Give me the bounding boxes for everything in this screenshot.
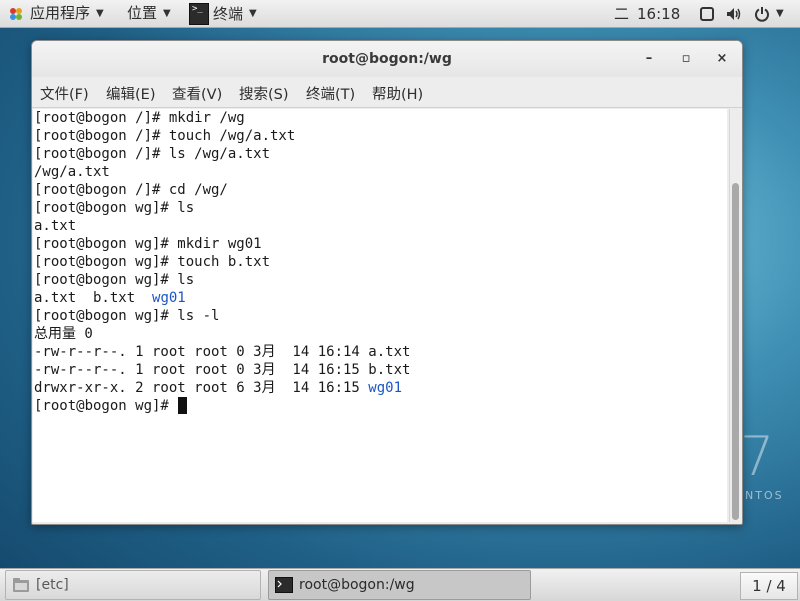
terminal-line: [root@bogon wg]# ls -l	[34, 308, 220, 324]
weekday-label: 二	[614, 5, 630, 23]
terminal-line: [root@bogon wg]# touch b.txt	[34, 254, 271, 270]
folder-icon	[13, 578, 29, 592]
menu-file[interactable]: 文件(F)	[40, 83, 89, 104]
power-menu[interactable]: ▼	[754, 0, 784, 27]
terminal-app-menu[interactable]: >_ 终端 ▼	[189, 0, 263, 27]
clock[interactable]: 二 16:18	[614, 0, 680, 27]
terminal-app-label: 终端	[213, 5, 244, 23]
time-label: 16:18	[637, 4, 681, 23]
maximize-button[interactable]: ▫	[675, 49, 697, 69]
places-label: 位置	[127, 4, 158, 22]
terminal-line: /wg/a.txt	[34, 164, 110, 180]
os-name-watermark: NTOS	[745, 489, 784, 502]
menu-search[interactable]: 搜索(S)	[239, 83, 289, 104]
minimize-button[interactable]: –	[638, 49, 660, 69]
terminal-line: [root@bogon wg]# ls	[34, 272, 195, 288]
terminal-icon	[275, 577, 293, 593]
window-titlebar[interactable]: root@bogon:/wg	[32, 41, 742, 77]
terminal-line: a.txt	[34, 218, 77, 234]
chevron-down-icon: ▼	[96, 8, 104, 19]
workspace-switcher[interactable]: 1 / 4	[740, 572, 798, 600]
taskbar-item-label: root@bogon:/wg	[299, 577, 415, 593]
directory-name: wg01	[152, 290, 186, 306]
display-indicator[interactable]	[700, 0, 714, 27]
ls-output-text: a.txt b.txt	[34, 290, 153, 306]
terminal-line: [root@bogon /]# touch /wg/a.txt	[34, 128, 296, 144]
os-version-watermark: 7	[740, 425, 775, 488]
terminal-line: a.txt b.txt wg01	[34, 289, 186, 307]
volume-icon	[727, 7, 741, 20]
chevron-down-icon: ▼	[776, 8, 784, 19]
terminal-window: root@bogon:/wg – ▫ × 文件(F) 编辑(E) 查看(V) 搜…	[31, 40, 743, 525]
chevron-down-icon: ▼	[163, 8, 171, 19]
top-panel: 应用程序 ▼ 位置 ▼ >_ 终端 ▼ 二 16:18 ▼	[0, 0, 800, 28]
terminal-line: [root@bogon wg]# ls	[34, 200, 195, 216]
menu-edit[interactable]: 编辑(E)	[106, 83, 155, 104]
window-title: root@bogon:/wg	[322, 51, 452, 67]
scrollbar[interactable]	[729, 109, 742, 522]
bottom-panel: [etc] root@bogon:/wg 1 / 4	[0, 568, 800, 601]
close-button[interactable]: ×	[711, 49, 733, 69]
apps-icon	[10, 7, 22, 20]
terminal-line: [root@bogon /]# ls /wg/a.txt	[34, 146, 271, 162]
scrollbar-thumb[interactable]	[732, 183, 739, 520]
terminal-icon: >_	[189, 2, 209, 25]
terminal-line: -rw-r--r--. 1 root root 0 3月 14 16:14 a.…	[34, 344, 411, 360]
chevron-down-icon: ▼	[249, 8, 257, 19]
power-icon	[755, 6, 769, 22]
terminal-prompt-line: [root@bogon wg]#	[34, 397, 188, 415]
display-icon	[700, 6, 714, 21]
terminal-line: [root@bogon /]# mkdir /wg	[34, 110, 245, 126]
taskbar-item-label: [etc]	[36, 577, 69, 593]
ls-detail-text: drwxr-xr-x. 2 root root 6 3月 14 16:15	[34, 380, 369, 396]
volume-indicator[interactable]	[726, 0, 742, 27]
terminal-output[interactable]: [root@bogon /]# mkdir /wg [root@bogon /]…	[33, 109, 727, 522]
taskbar-item-terminal[interactable]: root@bogon:/wg	[268, 570, 531, 600]
terminal-line: 总用量 0	[34, 326, 93, 342]
terminal-line: -rw-r--r--. 1 root root 0 3月 14 16:15 b.…	[34, 362, 411, 378]
menu-bar: 文件(F) 编辑(E) 查看(V) 搜索(S) 终端(T) 帮助(H)	[32, 77, 742, 108]
directory-name: wg01	[368, 380, 403, 396]
menu-terminal[interactable]: 终端(T)	[306, 83, 355, 104]
terminal-line: [root@bogon /]# cd /wg/	[34, 182, 228, 198]
taskbar-item-etc[interactable]: [etc]	[5, 570, 261, 600]
applications-label: 应用程序	[30, 4, 91, 22]
prompt-text: [root@bogon wg]#	[34, 398, 178, 414]
menu-help[interactable]: 帮助(H)	[372, 83, 423, 104]
terminal-line: drwxr-xr-x. 2 root root 6 3月 14 16:15 wg…	[34, 379, 402, 397]
places-menu[interactable]: 位置 ▼	[127, 0, 171, 27]
menu-view[interactable]: 查看(V)	[172, 83, 222, 104]
applications-menu[interactable]: 应用程序 ▼	[8, 0, 104, 27]
terminal-line: [root@bogon wg]# mkdir wg01	[34, 236, 262, 252]
text-cursor	[178, 397, 188, 414]
